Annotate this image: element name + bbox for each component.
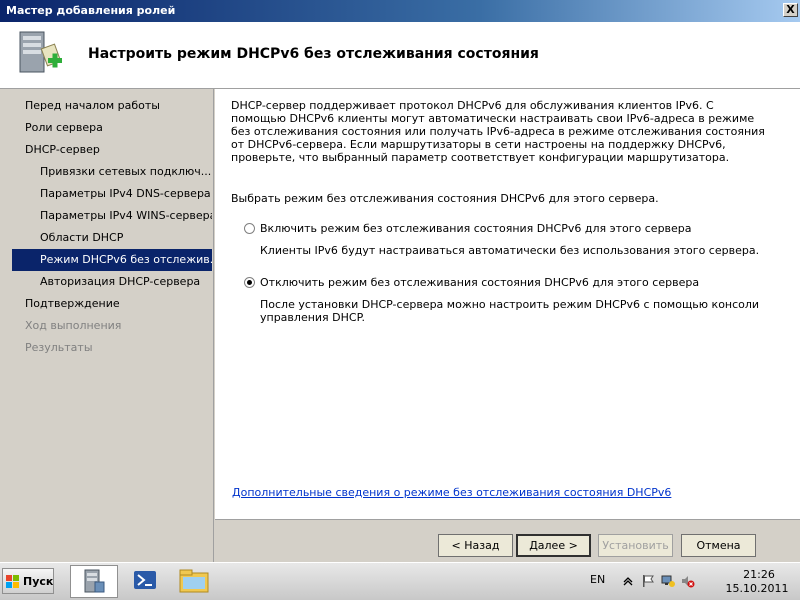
nav-item-confirmation[interactable]: Подтверждение: [12, 293, 212, 315]
wizard-nav: Перед началом работы Роли сервера DHCP-с…: [0, 89, 214, 562]
language-indicator[interactable]: EN: [590, 573, 605, 586]
taskbar-server-manager[interactable]: [70, 565, 118, 598]
wizard-window: Мастер добавления ролей X Настроить режи…: [0, 0, 800, 562]
page-title: Настроить режим DHCPv6 без отслеживания …: [88, 46, 539, 62]
nav-item-server-roles[interactable]: Роли сервера: [12, 117, 212, 139]
next-button[interactable]: Далее >: [516, 534, 591, 557]
taskbar: Пуск EN 21:26 15.10.2011: [0, 562, 800, 600]
disable-stateless-desc: После установки DHCP-сервера можно настр…: [260, 298, 760, 324]
show-hidden-icons-icon[interactable]: [621, 574, 635, 588]
powershell-icon: [134, 571, 156, 589]
system-tray: 21:26 15.10.2011: [613, 566, 795, 598]
volume-muted-icon[interactable]: [681, 574, 695, 588]
folder-icon: [179, 569, 209, 593]
select-mode-label: Выбрать режим без отслеживания состояния…: [231, 192, 659, 205]
nav-item-ipv4-wins[interactable]: Параметры IPv4 WINS-сервера: [12, 205, 212, 227]
nav-item-ipv4-dns[interactable]: Параметры IPv4 DNS-сервера: [12, 183, 212, 205]
server-add-icon: [19, 31, 62, 73]
disable-stateless-label[interactable]: Отключить режим без отслеживания состоян…: [260, 276, 699, 289]
nav-item-results: Результаты: [25, 341, 93, 354]
radio-selected-dot: [247, 280, 252, 285]
enable-stateless-desc: Клиенты IPv6 будут настраиваться автомат…: [260, 244, 760, 257]
nav-item-before-you-begin[interactable]: Перед началом работы: [12, 95, 212, 117]
network-icon[interactable]: [661, 574, 675, 588]
main-panel: DHCP-сервер поддерживает протокол DHCPv6…: [215, 89, 800, 519]
close-button[interactable]: X: [783, 3, 798, 17]
wizard-content: Перед началом работы Роли сервера DHCP-с…: [0, 89, 800, 562]
close-icon: X: [786, 3, 795, 16]
nav-item-dhcpv6-stateless[interactable]: Режим DHCPv6 без отслежив...: [12, 249, 212, 271]
install-button: Установить: [598, 534, 673, 557]
wizard-header: Настроить режим DHCPv6 без отслеживания …: [0, 22, 800, 89]
nav-item-dhcp-server[interactable]: DHCP-сервер: [12, 139, 212, 161]
enable-stateless-label[interactable]: Включить режим без отслеживания состояни…: [260, 222, 692, 235]
clock-time[interactable]: 21:26: [731, 568, 787, 581]
action-center-flag-icon[interactable]: [641, 574, 655, 588]
taskbar-powershell[interactable]: [122, 565, 170, 598]
back-button[interactable]: < Назад: [438, 534, 513, 557]
nav-item-dhcp-scopes[interactable]: Области DHCP: [12, 227, 212, 249]
taskbar-explorer[interactable]: [172, 565, 220, 598]
nav-item-progress: Ход выполнения: [25, 319, 122, 332]
more-info-link[interactable]: Дополнительные сведения о режиме без отс…: [232, 486, 671, 499]
button-bar: < Назад Далее > Установить Отмена: [215, 519, 800, 562]
description-text: DHCP-сервер поддерживает протокол DHCPv6…: [231, 99, 765, 164]
start-button[interactable]: Пуск: [2, 568, 54, 594]
nav-item-network-bindings[interactable]: Привязки сетевых подключ...: [12, 161, 212, 183]
enable-stateless-radio[interactable]: [244, 223, 255, 234]
nav-item-dhcp-authorization[interactable]: Авторизация DHCP-сервера: [12, 271, 212, 293]
server-manager-icon: [84, 569, 105, 593]
cancel-button[interactable]: Отмена: [681, 534, 756, 557]
disable-stateless-radio[interactable]: [244, 277, 255, 288]
window-title: Мастер добавления ролей: [6, 4, 176, 17]
title-bar[interactable]: Мастер добавления ролей X: [0, 0, 800, 22]
start-label: Пуск: [23, 575, 54, 588]
clock-date[interactable]: 15.10.2011: [723, 582, 791, 595]
windows-logo-icon: [6, 575, 19, 588]
